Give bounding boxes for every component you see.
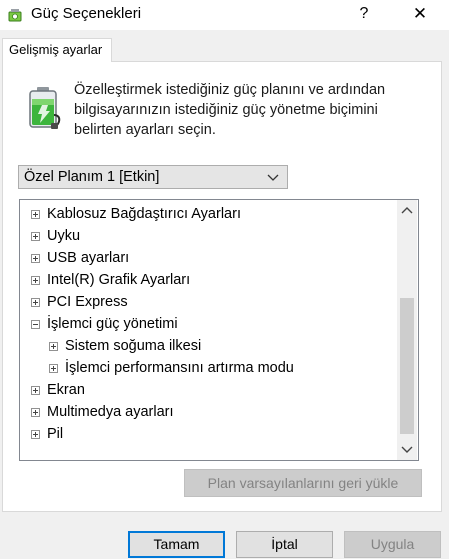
ok-button[interactable]: Tamam xyxy=(128,531,225,558)
chevron-down-icon[interactable] xyxy=(397,440,417,458)
tree-item-label: PCI Express xyxy=(47,294,128,310)
tab-advanced-settings[interactable]: Gelişmiş ayarlar xyxy=(2,38,112,62)
tree-item-label: İşlemci güç yönetimi xyxy=(47,316,178,332)
tree-item-label: Multimedya ayarları xyxy=(47,404,174,420)
plan-select[interactable]: Özel Planım 1 [Etkin] xyxy=(18,165,288,189)
tree-item-label: Intel(R) Grafik Ayarları xyxy=(47,272,191,288)
expand-icon[interactable] xyxy=(31,210,40,219)
cancel-button[interactable]: İptal xyxy=(236,531,333,558)
expand-icon[interactable] xyxy=(31,276,40,285)
tree-item-label: Kablosuz Bağdaştırıcı Ayarları xyxy=(47,206,241,222)
tree-item-label: USB ayarları xyxy=(47,250,130,266)
expand-icon[interactable] xyxy=(49,364,58,373)
expand-icon[interactable] xyxy=(31,298,40,307)
battery-plug-icon xyxy=(29,87,61,129)
description-text: Özelleştirmek istediğiniz güç planını ve… xyxy=(74,82,386,138)
close-button[interactable]: ✕ xyxy=(401,0,439,30)
plan-select-value: Özel Planım 1 [Etkin] xyxy=(24,169,160,185)
window-title: Güç Seçenekleri xyxy=(31,5,142,22)
settings-tree[interactable]: Kablosuz Bağdaştırıcı Ayarları Uyku USB … xyxy=(19,199,419,461)
tree-item-label: Ekran xyxy=(47,382,85,398)
expand-icon[interactable] xyxy=(31,254,40,263)
chevron-down-icon xyxy=(267,174,279,181)
title-bar: Güç Seçenekleri ? ✕ xyxy=(0,0,449,30)
tree-item-label: Uyku xyxy=(47,228,81,244)
tree-item-label: Sistem soğuma ilkesi xyxy=(65,338,202,354)
scroll-thumb[interactable] xyxy=(400,298,414,434)
expand-icon[interactable] xyxy=(31,430,40,439)
restore-defaults-button[interactable]: Plan varsayılanlarını geri yükle xyxy=(184,469,422,497)
help-button[interactable]: ? xyxy=(345,0,383,30)
tree-item-label: İşlemci performansını artırma modu xyxy=(65,360,294,376)
tree-item-label: Pil xyxy=(47,426,64,442)
tab-label: Gelişmiş ayarlar xyxy=(9,42,103,57)
collapse-icon[interactable] xyxy=(31,320,40,329)
chevron-up-icon[interactable] xyxy=(397,202,417,220)
expand-icon[interactable] xyxy=(31,386,40,395)
expand-icon[interactable] xyxy=(31,232,40,241)
power-options-icon xyxy=(8,9,22,22)
apply-button[interactable]: Uygula xyxy=(344,531,441,558)
expand-icon[interactable] xyxy=(49,342,58,351)
expand-icon[interactable] xyxy=(31,408,40,417)
tree-scrollbar[interactable] xyxy=(397,200,417,460)
